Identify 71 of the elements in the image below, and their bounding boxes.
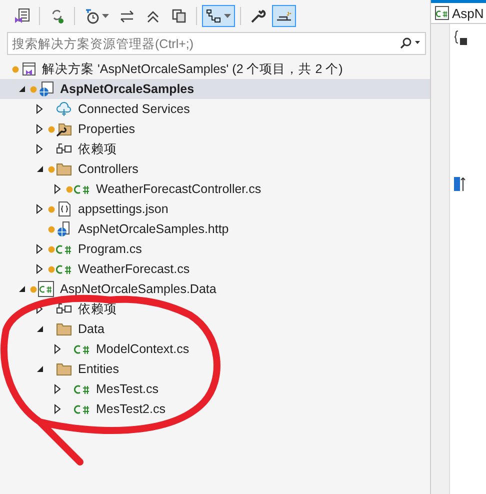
tree-item[interactable]: WeatherForecast.cs xyxy=(0,259,430,279)
tree-item[interactable]: ModelContext.cs xyxy=(0,339,430,359)
tree-item-label: AspNetOrcaleSamples xyxy=(60,82,194,96)
tree-item[interactable]: AspNetOrcaleSamples.http xyxy=(0,219,430,239)
tree-item[interactable]: 依赖项 xyxy=(0,299,430,319)
tree-item-label: Entities xyxy=(78,362,119,376)
tree-item-label: Properties xyxy=(78,122,135,136)
wrench-icon xyxy=(250,8,266,24)
tree-item[interactable]: 依赖项 xyxy=(0,139,430,159)
arrows-icon xyxy=(119,8,135,24)
folder-icon xyxy=(56,361,72,377)
folder-icon xyxy=(56,321,72,337)
status-dot-icon xyxy=(66,186,73,192)
tree-item-label: Program.cs xyxy=(78,242,142,256)
tree-item[interactable]: 解决方案 'AspNetOrcaleSamples' (2 个项目，共 2 个) xyxy=(0,59,430,79)
toolbar-button[interactable] xyxy=(272,5,296,27)
status-dot-icon xyxy=(48,226,55,232)
tree-item[interactable]: appsettings.json xyxy=(0,199,430,219)
tree-item[interactable]: MesTest.cs xyxy=(0,379,430,399)
tree-item-label: AspNetOrcaleSamples.http xyxy=(78,222,229,236)
dropdown-caret-icon xyxy=(102,14,109,18)
tree-item-label: ModelContext.cs xyxy=(96,342,190,356)
search-field[interactable]: 搜索解决方案资源管理器(Ctrl+;) xyxy=(7,32,426,55)
tree-item[interactable]: Controllers xyxy=(0,159,430,179)
dropdown-caret-icon xyxy=(224,14,231,18)
braces-file-icon xyxy=(56,201,72,217)
tab-label: AspN xyxy=(452,6,484,20)
globe-file-icon xyxy=(56,221,72,237)
tree-item[interactable]: Program.cs xyxy=(0,239,430,259)
tree-item-label: WeatherForecastController.cs xyxy=(96,182,262,196)
status-dot-icon xyxy=(48,166,55,172)
tree-item[interactable]: WeatherForecastController.cs xyxy=(0,179,430,199)
status-dot-icon xyxy=(30,286,37,292)
status-dot-icon xyxy=(48,246,55,252)
tree-item-label: 依赖项 xyxy=(78,300,117,318)
csharp-project-icon xyxy=(38,281,54,297)
globe-project-icon xyxy=(38,81,54,97)
status-dot-icon xyxy=(30,86,37,92)
tree-item[interactable]: Entities xyxy=(0,359,430,379)
solution-icon xyxy=(20,61,36,77)
status-dot-icon xyxy=(12,66,19,72)
status-dot-icon xyxy=(48,206,55,212)
tree-item[interactable]: Connected Services xyxy=(0,99,430,119)
braces-icon xyxy=(454,30,468,46)
search-icon xyxy=(399,37,421,49)
wrench-folder-icon xyxy=(56,121,72,137)
tree-item[interactable]: MesTest2.cs xyxy=(0,399,430,419)
tree-item-label: WeatherForecast.cs xyxy=(78,262,190,276)
tree-item-label: MesTest.cs xyxy=(96,382,159,396)
pages-icon xyxy=(171,8,187,24)
tree-item-label: MesTest2.cs xyxy=(96,402,166,416)
tree-item-label: appsettings.json xyxy=(78,202,168,216)
tree-item-label: 解决方案 'AspNetOrcaleSamples' (2 个项目，共 2 个) xyxy=(42,60,343,78)
toolbar-button[interactable] xyxy=(202,5,235,27)
tree-item-label: 依赖项 xyxy=(78,140,117,158)
tree-item[interactable]: Data xyxy=(0,319,430,339)
tree-item-label: Controllers xyxy=(78,162,138,176)
status-dot-icon xyxy=(48,266,55,272)
tree-item-label: Connected Services xyxy=(78,102,190,116)
cloud-icon xyxy=(56,101,72,117)
clock-icon xyxy=(84,8,100,24)
tree-icon xyxy=(206,8,222,24)
csharp-file-icon xyxy=(435,6,449,20)
status-dot-icon xyxy=(48,126,55,132)
tree-item[interactable]: Properties xyxy=(0,119,430,139)
tree-item[interactable]: AspNetOrcaleSamples.Data xyxy=(0,279,430,299)
editor-tab[interactable]: AspN xyxy=(431,3,486,24)
tree-item-label: Data xyxy=(78,322,104,336)
tree-item-label: AspNetOrcaleSamples.Data xyxy=(60,282,216,296)
folder-icon xyxy=(56,161,72,177)
tree-item[interactable]: AspNetOrcaleSamples xyxy=(0,79,430,99)
